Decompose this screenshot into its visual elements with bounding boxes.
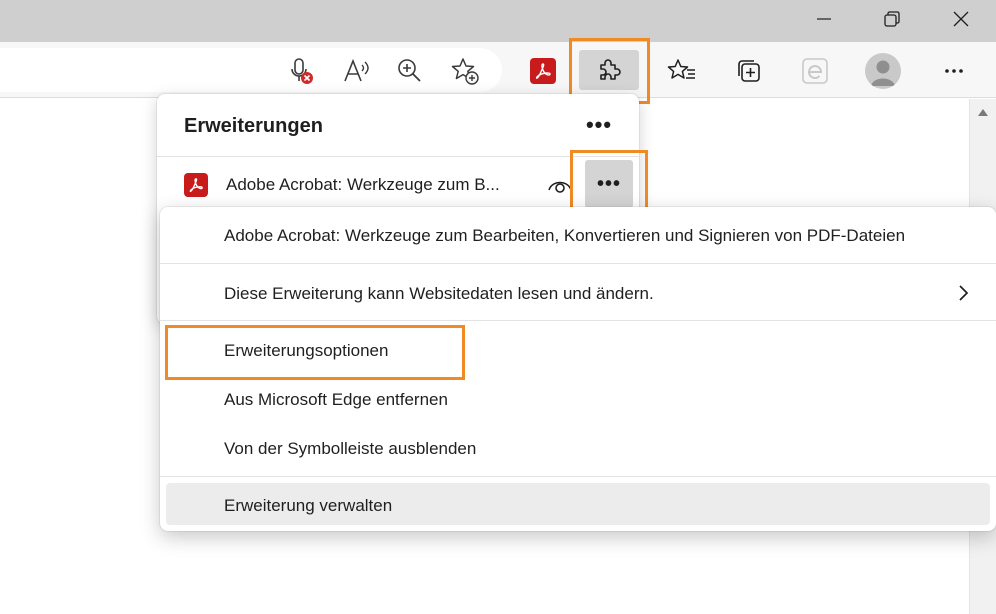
extensions-panel-title: Erweiterungen bbox=[184, 115, 323, 137]
title-bar bbox=[0, 0, 996, 42]
browser-more-button[interactable] bbox=[939, 56, 969, 86]
extensions-panel-more-button[interactable]: ••• bbox=[581, 110, 617, 140]
acrobat-extension-row-icon bbox=[184, 173, 208, 197]
add-favorite-button[interactable] bbox=[450, 56, 480, 86]
profile-avatar-icon bbox=[865, 53, 901, 89]
acrobat-extension-button[interactable] bbox=[528, 56, 558, 86]
zoom-button[interactable] bbox=[395, 56, 425, 86]
scroll-up-arrow-icon[interactable] bbox=[978, 109, 988, 116]
restore-button[interactable] bbox=[858, 0, 926, 38]
minimize-icon bbox=[817, 18, 831, 20]
address-bar[interactable] bbox=[0, 48, 502, 92]
restore-icon bbox=[884, 11, 900, 27]
zoom-icon bbox=[398, 59, 421, 82]
extension-name[interactable]: Adobe Acrobat: Werkzeuge zum B... bbox=[226, 175, 500, 195]
read-aloud-icon bbox=[344, 58, 369, 82]
microphone-blocked-button[interactable] bbox=[286, 56, 316, 86]
menu-hide-from-toolbar[interactable]: Von der Symbolleiste ausblenden bbox=[160, 439, 996, 459]
profile-button[interactable] bbox=[865, 53, 901, 89]
browser-toolbar bbox=[0, 42, 996, 98]
collections-button[interactable] bbox=[734, 56, 764, 86]
menu-divider bbox=[160, 320, 996, 321]
more-options-icon bbox=[945, 69, 963, 73]
ie-mode-icon bbox=[802, 58, 828, 84]
minimize-button[interactable] bbox=[790, 0, 858, 38]
extension-options-highlight bbox=[165, 325, 465, 380]
read-aloud-button[interactable] bbox=[341, 56, 371, 86]
close-icon bbox=[953, 11, 969, 27]
microphone-blocked-icon bbox=[291, 58, 313, 84]
menu-site-access[interactable]: Diese Erweiterung kann Websitedaten lese… bbox=[160, 284, 996, 304]
acrobat-logo-icon bbox=[184, 173, 208, 197]
chevron-right-icon bbox=[959, 285, 969, 301]
menu-extension-description: Adobe Acrobat: Werkzeuge zum Bearbeiten,… bbox=[224, 226, 906, 245]
menu-divider bbox=[160, 263, 996, 264]
close-window-button[interactable] bbox=[927, 0, 995, 38]
panel-divider bbox=[157, 156, 639, 157]
menu-remove-from-edge[interactable]: Aus Microsoft Edge entfernen bbox=[160, 390, 996, 410]
acrobat-extension-icon bbox=[530, 58, 556, 84]
add-favorite-icon bbox=[451, 58, 479, 85]
menu-divider bbox=[160, 476, 996, 477]
ie-mode-button[interactable] bbox=[800, 56, 830, 86]
menu-manage-extension[interactable]: Erweiterung verwalten bbox=[160, 496, 996, 516]
favorites-icon bbox=[667, 59, 695, 79]
favorites-button[interactable] bbox=[667, 56, 697, 86]
collections-icon bbox=[738, 60, 760, 82]
